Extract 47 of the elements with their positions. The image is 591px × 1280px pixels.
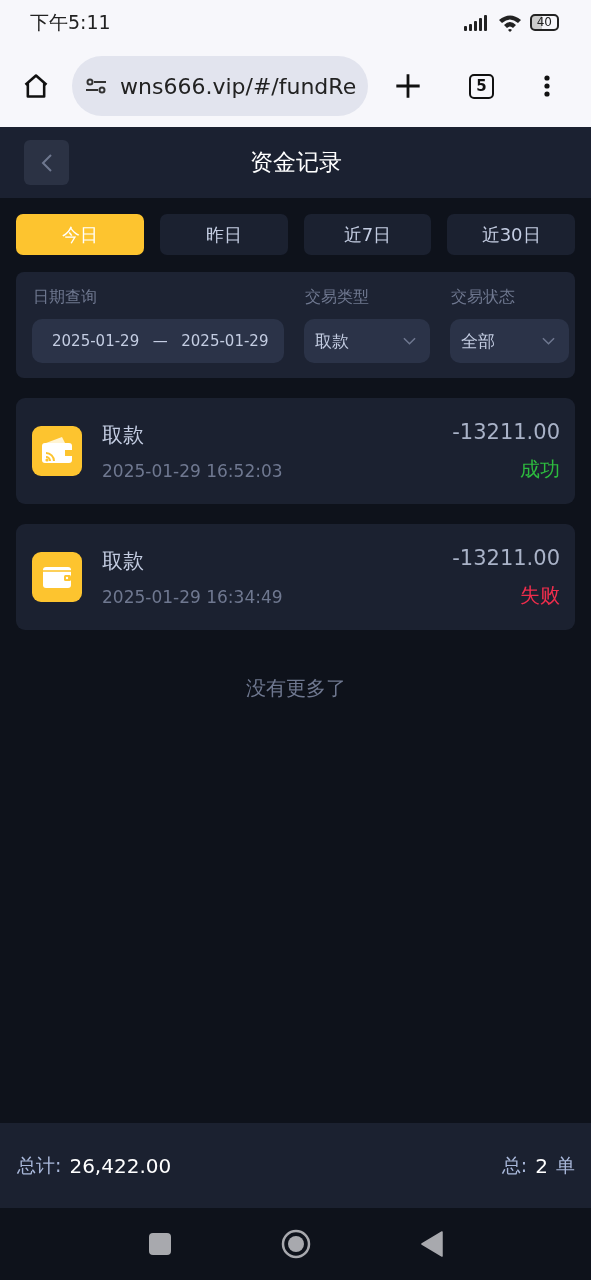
- date-range-field[interactable]: 2025-01-29 — 2025-01-29: [32, 319, 285, 363]
- record-time: 2025-01-29 16:52:03: [102, 461, 284, 481]
- order-count: 2: [535, 1153, 548, 1178]
- filter-label: 交易类型: [305, 287, 371, 308]
- plus-icon[interactable]: [394, 72, 422, 100]
- back-button[interactable]: [24, 140, 69, 185]
- record-type: 取款: [102, 548, 145, 575]
- count-label: 总:: [501, 1152, 528, 1178]
- record-card[interactable]: 取款 2025-01-29 16:34:49 -13211.00 失败: [16, 524, 575, 630]
- date-tab[interactable]: 昨日: [159, 214, 288, 255]
- back-nav-icon[interactable]: [420, 1231, 443, 1257]
- more-menu-icon[interactable]: [543, 74, 551, 98]
- wifi-icon: [497, 13, 522, 32]
- record-amount: -13211.00: [452, 545, 560, 570]
- filter-label: 日期查询: [33, 287, 98, 308]
- battery-indicator: 40: [529, 14, 559, 31]
- recents-icon[interactable]: [148, 1233, 171, 1255]
- chevron-down-icon: [402, 337, 416, 345]
- wallet-icon: [32, 552, 82, 602]
- date-start: 2025-01-29: [52, 332, 140, 350]
- page-title: 资金记录: [248, 148, 343, 177]
- home-button-icon[interactable]: [280, 1229, 311, 1259]
- address-bar[interactable]: wns666.vip/#/fundRe: [72, 56, 368, 116]
- wallet-icon: [32, 426, 82, 476]
- total-amount: 26,422.00: [69, 1153, 172, 1178]
- record-amount: -13211.00: [452, 419, 560, 444]
- end-of-list-note: 没有更多了: [244, 675, 347, 702]
- chevron-down-icon: [542, 337, 555, 345]
- status-time: 下午5:11: [30, 9, 111, 35]
- date-tab[interactable]: 近7日: [303, 214, 432, 255]
- date-end: 2025-01-29: [181, 332, 269, 350]
- home-icon[interactable]: [22, 72, 50, 100]
- dropdown[interactable]: 全部: [449, 319, 569, 363]
- record-status: 成功: [520, 455, 560, 483]
- total-label: 总计:: [17, 1152, 62, 1178]
- dropdown[interactable]: 取款: [304, 319, 430, 363]
- record-status: 失败: [520, 581, 560, 609]
- count-unit: 单: [556, 1152, 575, 1178]
- record-card[interactable]: 取款 2025-01-29 16:52:03 -13211.00 成功: [16, 398, 575, 504]
- filter-label: 交易状态: [450, 287, 516, 308]
- record-type: 取款: [102, 422, 145, 449]
- tab-count-button[interactable]: 5: [469, 73, 494, 99]
- chevron-left-icon: [40, 152, 53, 173]
- date-tab[interactable]: 近30日: [447, 214, 575, 255]
- record-time: 2025-01-29 16:34:49: [102, 587, 284, 607]
- signal-icon: [463, 14, 490, 31]
- date-separator: —: [152, 332, 168, 350]
